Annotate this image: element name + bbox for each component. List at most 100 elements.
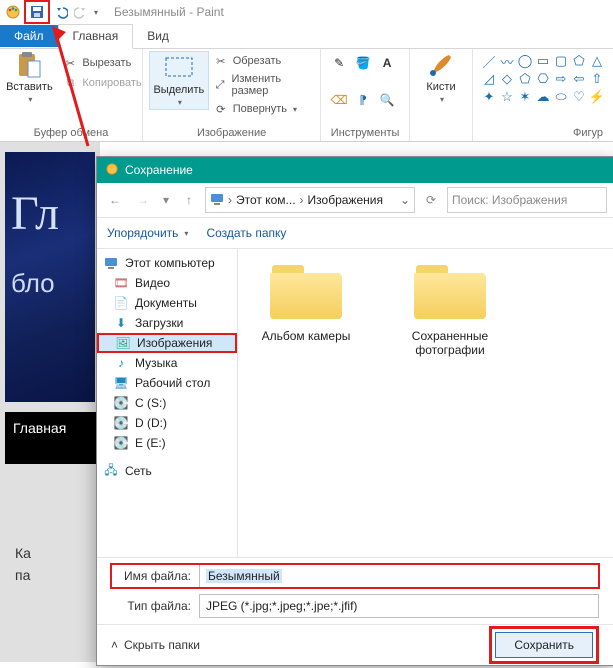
pencil-icon[interactable]: ✎ [331,55,347,71]
text-icon[interactable]: A [379,55,395,71]
tree-music[interactable]: ♪Музыка [97,353,237,373]
redo-icon[interactable] [72,3,90,21]
shape-oval-icon[interactable]: ◯ [517,53,533,69]
save-qat-highlight [24,0,50,24]
shape-star6-icon[interactable]: ✶ [517,89,533,105]
drive-icon: 💽 [113,435,129,451]
filename-row: Имя файла: Безымянный [111,564,599,588]
cut-button[interactable]: ✂ Вырезать [62,55,141,71]
filetype-select[interactable]: JPEG (*.jpg;*.jpeg;*.jpe;*.jfif) [199,594,599,618]
organize-menu[interactable]: Упорядочить ▾ [107,226,188,240]
shape-callout2-icon[interactable]: ⬭ [553,89,569,105]
clipboard-group-label: Буфер обмена [34,127,109,139]
filename-input[interactable]: Безымянный [199,564,599,588]
filetype-row: Тип файла: JPEG (*.jpg;*.jpeg;*.jpe;*.jf… [111,594,599,618]
address-bar[interactable]: › Этот ком... › Изображения ⌄ [205,187,415,213]
shape-pentagon-icon[interactable]: ⬠ [517,71,533,87]
folder-saved-photos[interactable]: Сохраненные фотографии [390,259,510,357]
back-button[interactable]: ← [103,188,127,212]
brush-button[interactable]: Кисти ▾ [412,51,470,104]
shape-rtriangle-icon[interactable]: ◿ [481,71,497,87]
chevron-up-icon: ˄ [111,638,118,652]
tree-desktop[interactable]: 🖥Рабочий стол [97,373,237,393]
address-dropdown-icon[interactable]: ⌄ [400,193,410,207]
canvas[interactable]: Гл бло [5,152,95,402]
eraser-icon[interactable]: ⌫ [331,92,347,108]
search-input[interactable]: Поиск: Изображения [447,187,607,213]
shape-diamond-icon[interactable]: ◇ [499,71,515,87]
forward-button[interactable]: → [131,188,155,212]
shape-heart-icon[interactable]: ♡ [571,89,587,105]
filename-label: Имя файла: [111,569,191,583]
shape-star5-icon[interactable]: ☆ [499,89,515,105]
shape-bolt-icon[interactable]: ⚡ [589,89,605,105]
video-icon: 🎞 [113,275,129,291]
shape-polygon-icon[interactable]: ⬠ [571,53,587,69]
up-button[interactable]: ↑ [177,188,201,212]
tab-file[interactable]: Файл [0,25,58,47]
tree-downloads[interactable]: ⬇Загрузки [97,313,237,333]
tools-group-label: Инструменты [331,127,400,139]
brush-label: Кисти [426,81,455,93]
tree-drive-d[interactable]: 💽D (D:) [97,413,237,433]
shape-roundrect-icon[interactable]: ▢ [553,53,569,69]
shape-arrowu-icon[interactable]: ⇧ [589,71,605,87]
folder-icon [266,259,346,323]
shape-curve-icon[interactable]: 〰 [499,53,515,69]
save-button[interactable]: Сохранить [495,632,593,658]
shape-triangle-icon[interactable]: △ [589,53,605,69]
folder-tree[interactable]: Этот компьютер 🎞Видео 📄Документы ⬇Загруз… [97,249,238,557]
crop-icon: ✂ [213,53,229,69]
eyedropper-icon[interactable]: ⁋ [355,92,371,108]
tree-drive-c[interactable]: 💽C (S:) [97,393,237,413]
canvas-text-2: бло [11,268,55,299]
copy-button[interactable]: ⧉ Копировать [62,75,141,91]
select-button[interactable]: Выделить ▾ [149,51,209,110]
undo-icon[interactable] [52,3,70,21]
save-dialog: Сохранение ← → ▾ ↑ › Этот ком... › Изобр… [96,156,613,666]
tree-this-pc[interactable]: Этот компьютер [97,253,237,273]
tree-drive-e[interactable]: 💽E (E:) [97,433,237,453]
brush-icon [426,51,456,79]
rotate-icon: ⟳ [213,101,229,117]
pc-icon [210,192,224,209]
save-dialog-fields: Имя файла: Безымянный Тип файла: JPEG (*… [97,557,613,624]
title-bar: ▾ Безымянный - Paint [0,0,613,24]
rotate-button[interactable]: ⟳ Повернуть▾ [213,101,315,117]
folder-camera-roll[interactable]: Альбом камеры [246,259,366,343]
shapes-gallery[interactable]: ／ 〰 ◯ ▭ ▢ ⬠ △ ◿ ◇ ⬠ ⎔ ⇨ ⇦ ⇧ ✦ ☆ ✶ ☁ ⬭ ♡ [479,51,607,107]
shape-arrowr-icon[interactable]: ⇨ [553,71,569,87]
qat-dropdown-icon[interactable]: ▾ [94,8,98,17]
save-dialog-toolbar: Упорядочить ▾ Создать папку [97,218,613,249]
tree-pictures[interactable]: 🖼Изображения [97,333,237,353]
crop-button[interactable]: ✂ Обрезать [213,53,315,69]
paste-button[interactable]: Вставить ▾ [0,51,58,104]
save-icon[interactable] [28,3,46,21]
paint-logo-icon [4,3,22,21]
shape-arrowl-icon[interactable]: ⇦ [571,71,587,87]
shape-star4-icon[interactable]: ✦ [481,89,497,105]
zoom-icon[interactable]: 🔍 [379,92,395,108]
drive-icon: 💽 [113,395,129,411]
history-dropdown[interactable]: ▾ [159,188,173,212]
tab-home[interactable]: Главная [58,24,134,49]
save-dialog-title: Сохранение [125,163,193,177]
new-folder-button[interactable]: Создать папку [206,226,286,240]
copy-icon: ⧉ [62,75,78,91]
tree-network[interactable]: 🖧Сеть [97,461,237,481]
shape-hex-icon[interactable]: ⎔ [535,71,551,87]
refresh-button[interactable]: ⟳ [419,188,443,212]
shape-callout-icon[interactable]: ☁ [535,89,551,105]
fill-icon[interactable]: 🪣 [355,55,371,71]
save-dialog-title-bar: Сохранение [97,157,613,183]
search-placeholder: Поиск: Изображения [452,193,567,207]
hide-folders-button[interactable]: ˄ Скрыть папки [111,638,200,652]
shape-line-icon[interactable]: ／ [481,53,497,69]
tab-view[interactable]: Вид [133,25,183,47]
file-list[interactable]: Альбом камеры Сохраненные фотографии [238,249,613,557]
resize-button[interactable]: ⤢ Изменить размер [213,73,315,97]
tree-video[interactable]: 🎞Видео [97,273,237,293]
shape-rect-icon[interactable]: ▭ [535,53,551,69]
tree-documents[interactable]: 📄Документы [97,293,237,313]
documents-icon: 📄 [113,295,129,311]
